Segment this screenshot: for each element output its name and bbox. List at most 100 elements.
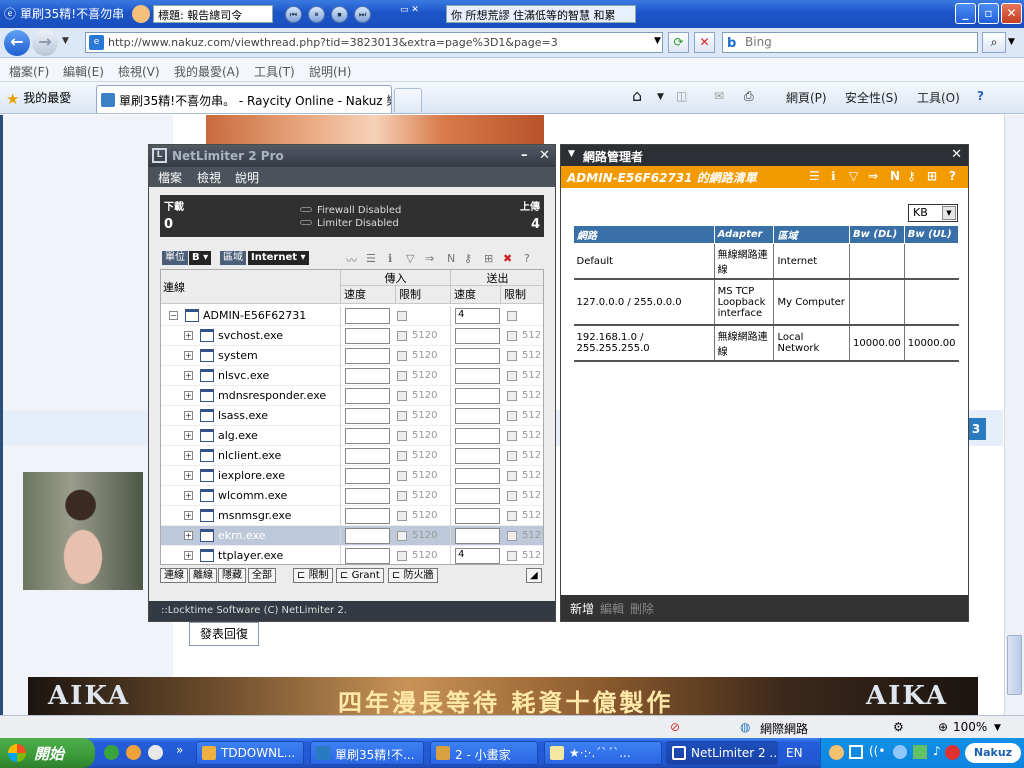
prev-icon[interactable]: ⏮ [285,6,302,23]
in-limit-checkbox[interactable] [397,351,407,361]
expand-toggle-icon[interactable]: + [184,471,193,480]
tray-app-icon[interactable] [829,745,844,760]
restore-button[interactable]: ▫ [978,3,999,24]
history-dropdown-icon[interactable]: ▼ [62,36,69,46]
nl-menu-help[interactable]: 說明 [235,169,259,186]
col-incoming[interactable]: 傳入 [341,270,451,286]
out-speed-field[interactable] [455,528,500,544]
mail-icon[interactable]: ✉ [714,89,724,103]
key-icon[interactable]: ⚷ [464,252,472,265]
expand-toggle-icon[interactable]: + [184,411,193,420]
table-row[interactable]: + nlclient.exe 5120 512 [161,446,543,466]
in-speed-field[interactable] [345,368,390,384]
quicklaunch-chrome-icon[interactable] [148,745,163,760]
out-speed-field[interactable]: 4 [455,308,500,324]
table-row[interactable]: + msnmsgr.exe 5120 512 [161,506,543,526]
out-speed-field[interactable] [455,328,500,344]
out-limit-checkbox[interactable] [507,351,517,361]
table-row[interactable]: + ttplayer.exe 5120 4 512 [161,546,543,564]
in-speed-field[interactable] [345,548,390,564]
quicklaunch-msn-icon[interactable] [104,745,119,760]
nl-minimize-button[interactable]: – [521,148,528,163]
nm-info-icon[interactable]: ℹ [831,169,836,183]
out-limit-checkbox[interactable] [507,531,517,541]
in-speed-field[interactable] [345,488,390,504]
expand-toggle-icon[interactable]: + [184,531,193,540]
expand-toggle-icon[interactable]: + [184,331,193,340]
stop-icon[interactable]: ⏹ [331,6,348,23]
expand-toggle-icon[interactable]: + [184,511,193,520]
in-limit-checkbox[interactable] [397,391,407,401]
out-limit-checkbox[interactable] [507,431,517,441]
back-button[interactable]: ← [4,30,30,56]
start-button[interactable]: 開始 [0,738,95,768]
menu-view[interactable]: 檢視(V) [118,63,160,80]
info-icon[interactable]: ℹ [388,252,392,265]
in-speed-field[interactable] [345,448,390,464]
favorites-button[interactable]: ★ 我的最愛 [6,89,71,108]
nm-help-icon[interactable]: ? [949,169,956,183]
col-zone[interactable]: 區域 [773,225,851,244]
safety-menu[interactable]: 安全性(S) [845,89,898,106]
out-limit-checkbox[interactable] [507,331,517,341]
search-icon[interactable]: ⌕ [982,32,1006,53]
in-speed-field[interactable] [345,408,390,424]
col-out-speed[interactable]: 速度 [451,286,501,304]
tray-security-icon[interactable] [913,745,927,759]
col-outgoing[interactable]: 送出 [451,270,543,286]
table-row[interactable]: + wlcomm.exe 5120 512 [161,486,543,506]
search-input[interactable]: b Bing [722,32,978,53]
help-question-icon[interactable]: ? [524,252,530,265]
in-limit-checkbox[interactable] [397,371,407,381]
out-speed-field[interactable] [455,488,500,504]
in-limit-checkbox[interactable] [397,331,407,341]
collapse-icon[interactable]: ▼ [568,149,575,159]
tray-volume-icon[interactable]: ♪ [933,744,941,758]
col-out-limit[interactable]: 限制 [501,286,543,304]
in-speed-field[interactable] [345,428,390,444]
task-paint[interactable]: 2 - 小畫家 [430,741,538,765]
expand-toggle-icon[interactable]: + [184,551,193,560]
nm-network-icon[interactable]: N [890,169,900,183]
in-limit-checkbox[interactable] [397,511,407,521]
in-limit-checkbox[interactable] [397,431,407,441]
out-speed-field[interactable] [455,508,500,524]
in-speed-field[interactable] [345,388,390,404]
forward-button[interactable]: → [32,30,58,56]
in-speed-field[interactable] [345,328,390,344]
table-row[interactable]: + lsass.exe 5120 512 [161,406,543,426]
search-options-icon[interactable]: ▼ [1008,37,1015,47]
nl-menu-view[interactable]: 檢視 [197,169,221,186]
table-row[interactable]: + mdnsresponder.exe 5120 512 [161,386,543,406]
tools-menu[interactable]: 工具(O) [917,89,960,106]
col-network[interactable]: 網路 [573,225,715,244]
quicklaunch-firefox-icon[interactable] [126,745,141,760]
out-speed-field[interactable] [455,348,500,364]
nm-rule-icon[interactable]: ⇒ [868,169,878,183]
remove-icon[interactable]: ✖ [503,252,512,265]
out-limit-checkbox[interactable] [507,391,517,401]
in-limit-checkbox[interactable] [397,471,407,481]
delete-button[interactable]: 刪除 [630,600,654,617]
out-speed-field[interactable] [455,428,500,444]
out-speed-field[interactable]: 4 [455,548,500,564]
expand-toggle-icon[interactable]: + [184,451,193,460]
root-row[interactable]: − ADMIN-E56F62731 4 [161,306,543,326]
graph-icon[interactable]: 〰 [346,252,357,268]
col-in-limit[interactable]: 限制 [396,286,451,304]
in-limit-checkbox[interactable] [397,531,407,541]
out-limit-checkbox[interactable] [507,411,517,421]
nm-list-icon[interactable]: ☰ [809,169,820,183]
in-speed-field[interactable] [345,468,390,484]
in-speed-field[interactable] [345,308,390,324]
table-row[interactable]: + svchost.exe 5120 512 [161,326,543,346]
expand-toggle-icon[interactable]: + [184,391,193,400]
tray-network-icon[interactable]: ((• [869,744,885,758]
media-small-controls[interactable]: ▭ ✕ [400,5,419,15]
pause-icon[interactable]: ⏸ [308,6,325,23]
zone-select[interactable]: Internet ▾ [248,251,309,265]
out-limit-checkbox[interactable] [507,511,517,521]
menu-tools[interactable]: 工具(T) [254,63,295,80]
menu-help[interactable]: 說明(H) [309,63,351,80]
rule-icon[interactable]: ⇒ [425,252,434,265]
